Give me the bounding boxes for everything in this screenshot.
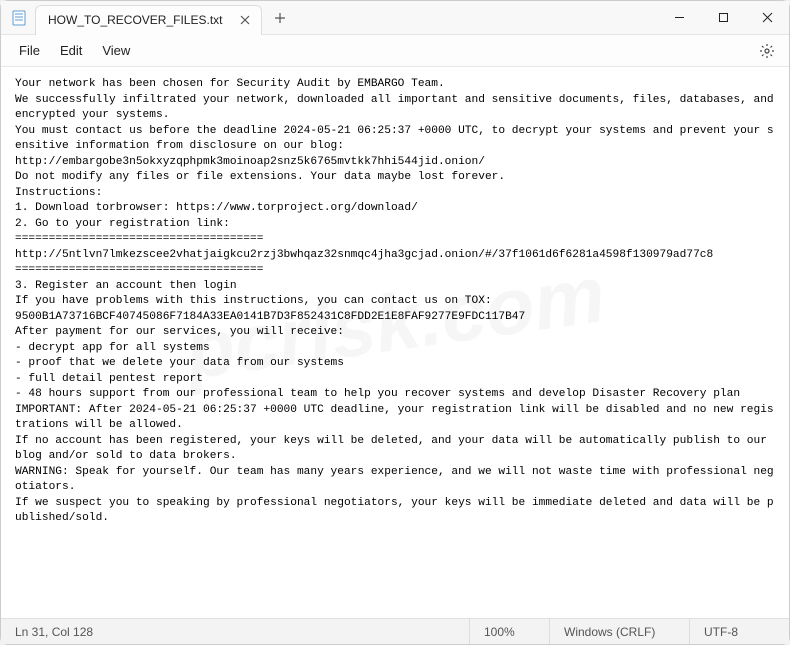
line: If we suspect you to speaking by profess… [15, 496, 775, 527]
line: 1. Download torbrowser: https://www.torp… [15, 201, 775, 217]
minimize-button[interactable] [657, 1, 701, 34]
status-eol: Windows (CRLF) [549, 619, 689, 644]
notepad-icon [11, 10, 27, 26]
line: ===================================== [15, 263, 775, 279]
text-content[interactable]: Your network has been chosen for Securit… [1, 67, 789, 618]
line: If you have problems with this instructi… [15, 294, 775, 310]
close-icon[interactable] [237, 12, 253, 28]
line: ===================================== [15, 232, 775, 248]
maximize-button[interactable] [701, 1, 745, 34]
line: Do not modify any files or file extensio… [15, 170, 775, 186]
titlebar: HOW_TO_RECOVER_FILES.txt [1, 1, 789, 35]
line: Instructions: [15, 186, 775, 202]
menu-file[interactable]: File [9, 39, 50, 62]
line: 3. Register an account then login [15, 279, 775, 295]
line: http://embargobe3n5okxyzqphpmk3moinoap2s… [15, 155, 775, 171]
line: After payment for our services, you will… [15, 325, 775, 341]
new-tab-button[interactable] [266, 4, 294, 32]
window-controls [657, 1, 789, 34]
line: If no account has been registered, your … [15, 434, 775, 465]
line: IMPORTANT: After 2024-05-21 06:25:37 +00… [15, 403, 775, 434]
status-position: Ln 31, Col 128 [1, 619, 469, 644]
line: http://5ntlvn7lmkezscee2vhatjaigkcu2rzj3… [15, 248, 775, 264]
line: - proof that we delete your data from ou… [15, 356, 775, 372]
line: - 48 hours support from our professional… [15, 387, 775, 403]
menu-view[interactable]: View [92, 39, 140, 62]
line: WARNING: Speak for yourself. Our team ha… [15, 465, 775, 496]
status-zoom[interactable]: 100% [469, 619, 549, 644]
close-window-button[interactable] [745, 1, 789, 34]
line: - decrypt app for all systems [15, 341, 775, 357]
line: 9500B1A73716BCF40745086F7184A33EA0141B7D… [15, 310, 775, 326]
statusbar: Ln 31, Col 128 100% Windows (CRLF) UTF-8 [1, 618, 789, 644]
line: You must contact us before the deadline … [15, 124, 775, 155]
line: 2. Go to your registration link: [15, 217, 775, 233]
line: Your network has been chosen for Securit… [15, 77, 775, 93]
menu-edit[interactable]: Edit [50, 39, 92, 62]
menubar: File Edit View [1, 35, 789, 67]
gear-icon[interactable] [753, 37, 781, 65]
tab-active[interactable]: HOW_TO_RECOVER_FILES.txt [35, 5, 262, 35]
line: We successfully infiltrated your network… [15, 93, 775, 124]
line: - full detail pentest report [15, 372, 775, 388]
status-encoding: UTF-8 [689, 619, 789, 644]
tab-title: HOW_TO_RECOVER_FILES.txt [48, 13, 223, 27]
